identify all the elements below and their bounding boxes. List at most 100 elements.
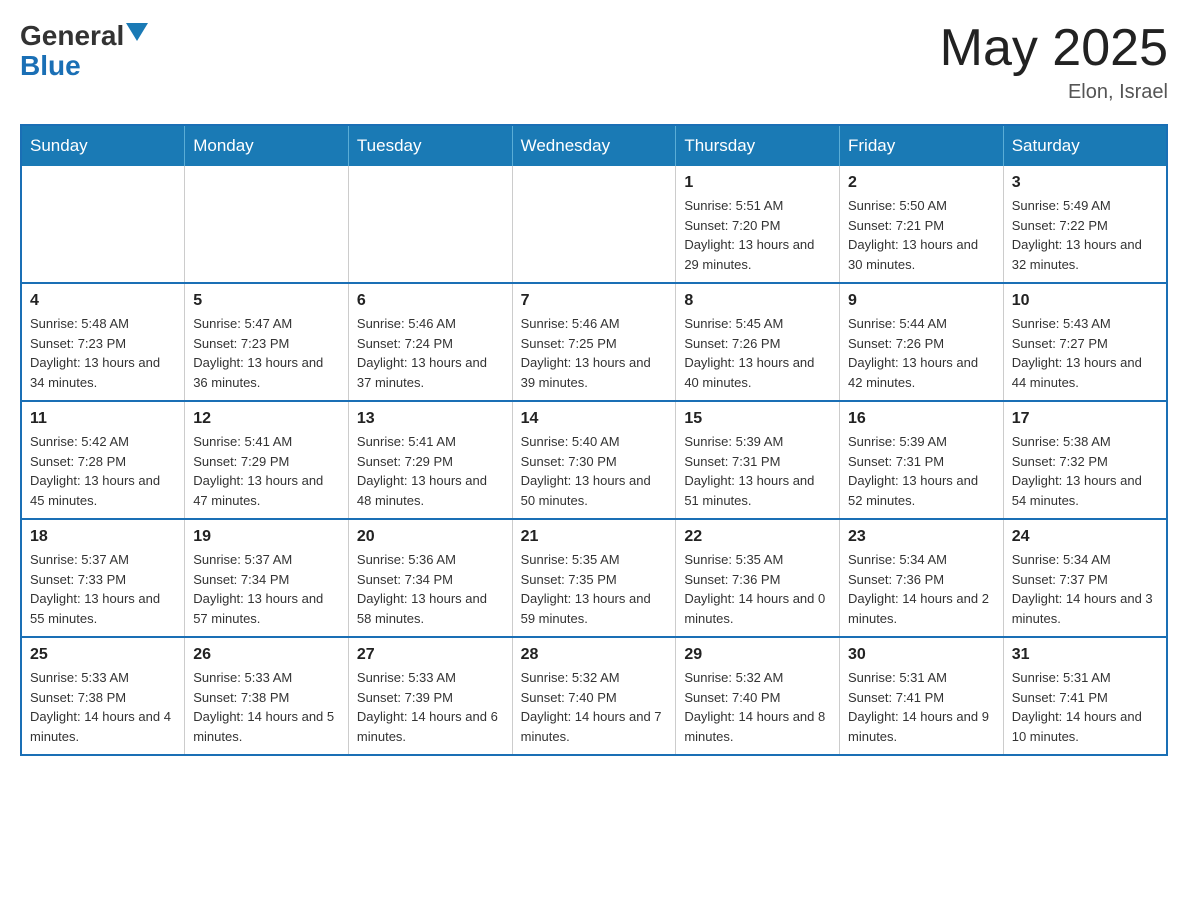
weekday-header-sunday: Sunday (21, 125, 185, 166)
day-info: Sunrise: 5:31 AMSunset: 7:41 PMDaylight:… (1012, 668, 1158, 746)
day-info: Sunrise: 5:34 AMSunset: 7:37 PMDaylight:… (1012, 550, 1158, 628)
weekday-header-monday: Monday (185, 125, 349, 166)
calendar-cell: 10Sunrise: 5:43 AMSunset: 7:27 PMDayligh… (1003, 283, 1167, 401)
calendar-cell: 11 Sunrise: 5:42 AMSunset: 7:28 PMDayligh… (21, 401, 185, 519)
day-number: 30 (848, 646, 995, 664)
calendar-cell: 2Sunrise: 5:50 AMSunset: 7:21 PMDaylight… (840, 166, 1004, 283)
weekday-header-wednesday: Wednesday (512, 125, 676, 166)
weekday-header-tuesday: Tuesday (348, 125, 512, 166)
calendar-cell: 20 Sunrise: 5:36 AMSunset: 7:34 PMDayligh… (348, 519, 512, 637)
calendar-cell: 18 Sunrise: 5:37 AMSunset: 7:33 PMDayligh… (21, 519, 185, 637)
day-number: 15 (684, 410, 831, 428)
calendar-cell: 16Sunrise: 5:39 AMSunset: 7:31 PMDayligh… (840, 401, 1004, 519)
day-number: 19 (193, 528, 340, 546)
day-number: 22 (684, 528, 831, 546)
day-info: Sunrise: 5:47 AMSunset: 7:23 PMDaylight:… (193, 314, 340, 392)
logo-general-text: General (20, 20, 124, 52)
day-info: Sunrise: 5:33 AMSunset: 7:39 PMDaylight:… (357, 668, 504, 746)
day-number: 26 (193, 646, 340, 664)
calendar-cell: 23 Sunrise: 5:34 AMSunset: 7:36 PMDayligh… (840, 519, 1004, 637)
day-number: 11 (30, 410, 176, 428)
calendar-cell: 25 Sunrise: 5:33 AMSunset: 7:38 PMDayligh… (21, 637, 185, 755)
day-number: 17 (1012, 410, 1158, 428)
day-info: Sunrise: 5:42 AMSunset: 7:28 PMDaylight:… (30, 432, 176, 510)
day-number: 29 (684, 646, 831, 664)
calendar-cell: 27Sunrise: 5:33 AMSunset: 7:39 PMDayligh… (348, 637, 512, 755)
day-number: 5 (193, 292, 340, 310)
day-info: Sunrise: 5:50 AMSunset: 7:21 PMDaylight:… (848, 196, 995, 274)
day-number: 20 (357, 528, 504, 546)
calendar-cell: 22 Sunrise: 5:35 AMSunset: 7:36 PMDayligh… (676, 519, 840, 637)
day-info: Sunrise: 5:37 AMSunset: 7:33 PMDaylight:… (30, 550, 176, 628)
day-info: Sunrise: 5:34 AMSunset: 7:36 PMDaylight:… (848, 550, 995, 628)
calendar-cell: 14 Sunrise: 5:40 AMSunset: 7:30 PMDayligh… (512, 401, 676, 519)
day-info: Sunrise: 5:38 AMSunset: 7:32 PMDaylight:… (1012, 432, 1158, 510)
calendar-cell: 8Sunrise: 5:45 AMSunset: 7:26 PMDaylight… (676, 283, 840, 401)
logo-arrow-icon (126, 23, 148, 45)
day-info: Sunrise: 5:37 AMSunset: 7:34 PMDaylight:… (193, 550, 340, 628)
title-section: May 2025 Elon, Israel (940, 20, 1168, 104)
day-info: Sunrise: 5:36 AMSunset: 7:34 PMDaylight:… (357, 550, 504, 628)
calendar-cell: 9Sunrise: 5:44 AMSunset: 7:26 PMDaylight… (840, 283, 1004, 401)
day-info: Sunrise: 5:41 AMSunset: 7:29 PMDaylight:… (357, 432, 504, 510)
day-info: Sunrise: 5:33 AMSunset: 7:38 PMDaylight:… (30, 668, 176, 746)
day-info: Sunrise: 5:41 AMSunset: 7:29 PMDaylight:… (193, 432, 340, 510)
page-header: General Blue May 2025 Elon, Israel (20, 20, 1168, 104)
calendar-cell: 12 Sunrise: 5:41 AMSunset: 7:29 PMDayligh… (185, 401, 349, 519)
day-info: Sunrise: 5:31 AMSunset: 7:41 PMDaylight:… (848, 668, 995, 746)
calendar-cell: 29 Sunrise: 5:32 AMSunset: 7:40 PMDayligh… (676, 637, 840, 755)
day-number: 1 (684, 174, 831, 192)
logo: General Blue (20, 20, 148, 82)
day-number: 13 (357, 410, 504, 428)
calendar-cell (185, 166, 349, 283)
calendar-cell: 26 Sunrise: 5:33 AMSunset: 7:38 PMDayligh… (185, 637, 349, 755)
day-number: 6 (357, 292, 504, 310)
day-info: Sunrise: 5:48 AMSunset: 7:23 PMDaylight:… (30, 314, 176, 392)
day-number: 31 (1012, 646, 1158, 664)
day-number: 28 (521, 646, 668, 664)
calendar-cell: 19 Sunrise: 5:37 AMSunset: 7:34 PMDayligh… (185, 519, 349, 637)
day-info: Sunrise: 5:46 AMSunset: 7:25 PMDaylight:… (521, 314, 668, 392)
day-number: 18 (30, 528, 176, 546)
calendar-cell: 21 Sunrise: 5:35 AMSunset: 7:35 PMDayligh… (512, 519, 676, 637)
weekday-header-friday: Friday (840, 125, 1004, 166)
calendar-cell: 5 Sunrise: 5:47 AMSunset: 7:23 PMDaylight… (185, 283, 349, 401)
day-info: Sunrise: 5:33 AMSunset: 7:38 PMDaylight:… (193, 668, 340, 746)
day-info: Sunrise: 5:51 AMSunset: 7:20 PMDaylight:… (684, 196, 831, 274)
day-number: 3 (1012, 174, 1158, 192)
calendar-cell: 4 Sunrise: 5:48 AMSunset: 7:23 PMDaylight… (21, 283, 185, 401)
calendar-week-row: 18 Sunrise: 5:37 AMSunset: 7:33 PMDayligh… (21, 519, 1167, 637)
day-number: 10 (1012, 292, 1158, 310)
day-number: 25 (30, 646, 176, 664)
weekday-header-row: SundayMondayTuesdayWednesdayThursdayFrid… (21, 125, 1167, 166)
calendar-cell: 15 Sunrise: 5:39 AMSunset: 7:31 PMDayligh… (676, 401, 840, 519)
day-info: Sunrise: 5:40 AMSunset: 7:30 PMDaylight:… (521, 432, 668, 510)
day-number: 9 (848, 292, 995, 310)
day-number: 14 (521, 410, 668, 428)
calendar-cell: 13 Sunrise: 5:41 AMSunset: 7:29 PMDayligh… (348, 401, 512, 519)
day-number: 23 (848, 528, 995, 546)
day-number: 16 (848, 410, 995, 428)
day-number: 12 (193, 410, 340, 428)
day-info: Sunrise: 5:35 AMSunset: 7:35 PMDaylight:… (521, 550, 668, 628)
calendar-cell: 6Sunrise: 5:46 AMSunset: 7:24 PMDaylight… (348, 283, 512, 401)
day-number: 21 (521, 528, 668, 546)
calendar-cell: 24Sunrise: 5:34 AMSunset: 7:37 PMDayligh… (1003, 519, 1167, 637)
location-subtitle: Elon, Israel (940, 81, 1168, 104)
calendar-cell: 1 Sunrise: 5:51 AMSunset: 7:20 PMDaylight… (676, 166, 840, 283)
calendar-cell: 3 Sunrise: 5:49 AMSunset: 7:22 PMDaylight… (1003, 166, 1167, 283)
calendar-cell (348, 166, 512, 283)
day-info: Sunrise: 5:32 AMSunset: 7:40 PMDaylight:… (684, 668, 831, 746)
day-number: 4 (30, 292, 176, 310)
calendar-cell: 7Sunrise: 5:46 AMSunset: 7:25 PMDaylight… (512, 283, 676, 401)
day-info: Sunrise: 5:39 AMSunset: 7:31 PMDaylight:… (684, 432, 831, 510)
calendar-cell: 28 Sunrise: 5:32 AMSunset: 7:40 PMDayligh… (512, 637, 676, 755)
calendar-cell: 17 Sunrise: 5:38 AMSunset: 7:32 PMDayligh… (1003, 401, 1167, 519)
calendar-week-row: 11 Sunrise: 5:42 AMSunset: 7:28 PMDayligh… (21, 401, 1167, 519)
day-info: Sunrise: 5:49 AMSunset: 7:22 PMDaylight:… (1012, 196, 1158, 274)
day-info: Sunrise: 5:35 AMSunset: 7:36 PMDaylight:… (684, 550, 831, 628)
calendar-week-row: 1 Sunrise: 5:51 AMSunset: 7:20 PMDaylight… (21, 166, 1167, 283)
weekday-header-saturday: Saturday (1003, 125, 1167, 166)
day-info: Sunrise: 5:32 AMSunset: 7:40 PMDaylight:… (521, 668, 668, 746)
month-year-title: May 2025 (940, 20, 1168, 77)
